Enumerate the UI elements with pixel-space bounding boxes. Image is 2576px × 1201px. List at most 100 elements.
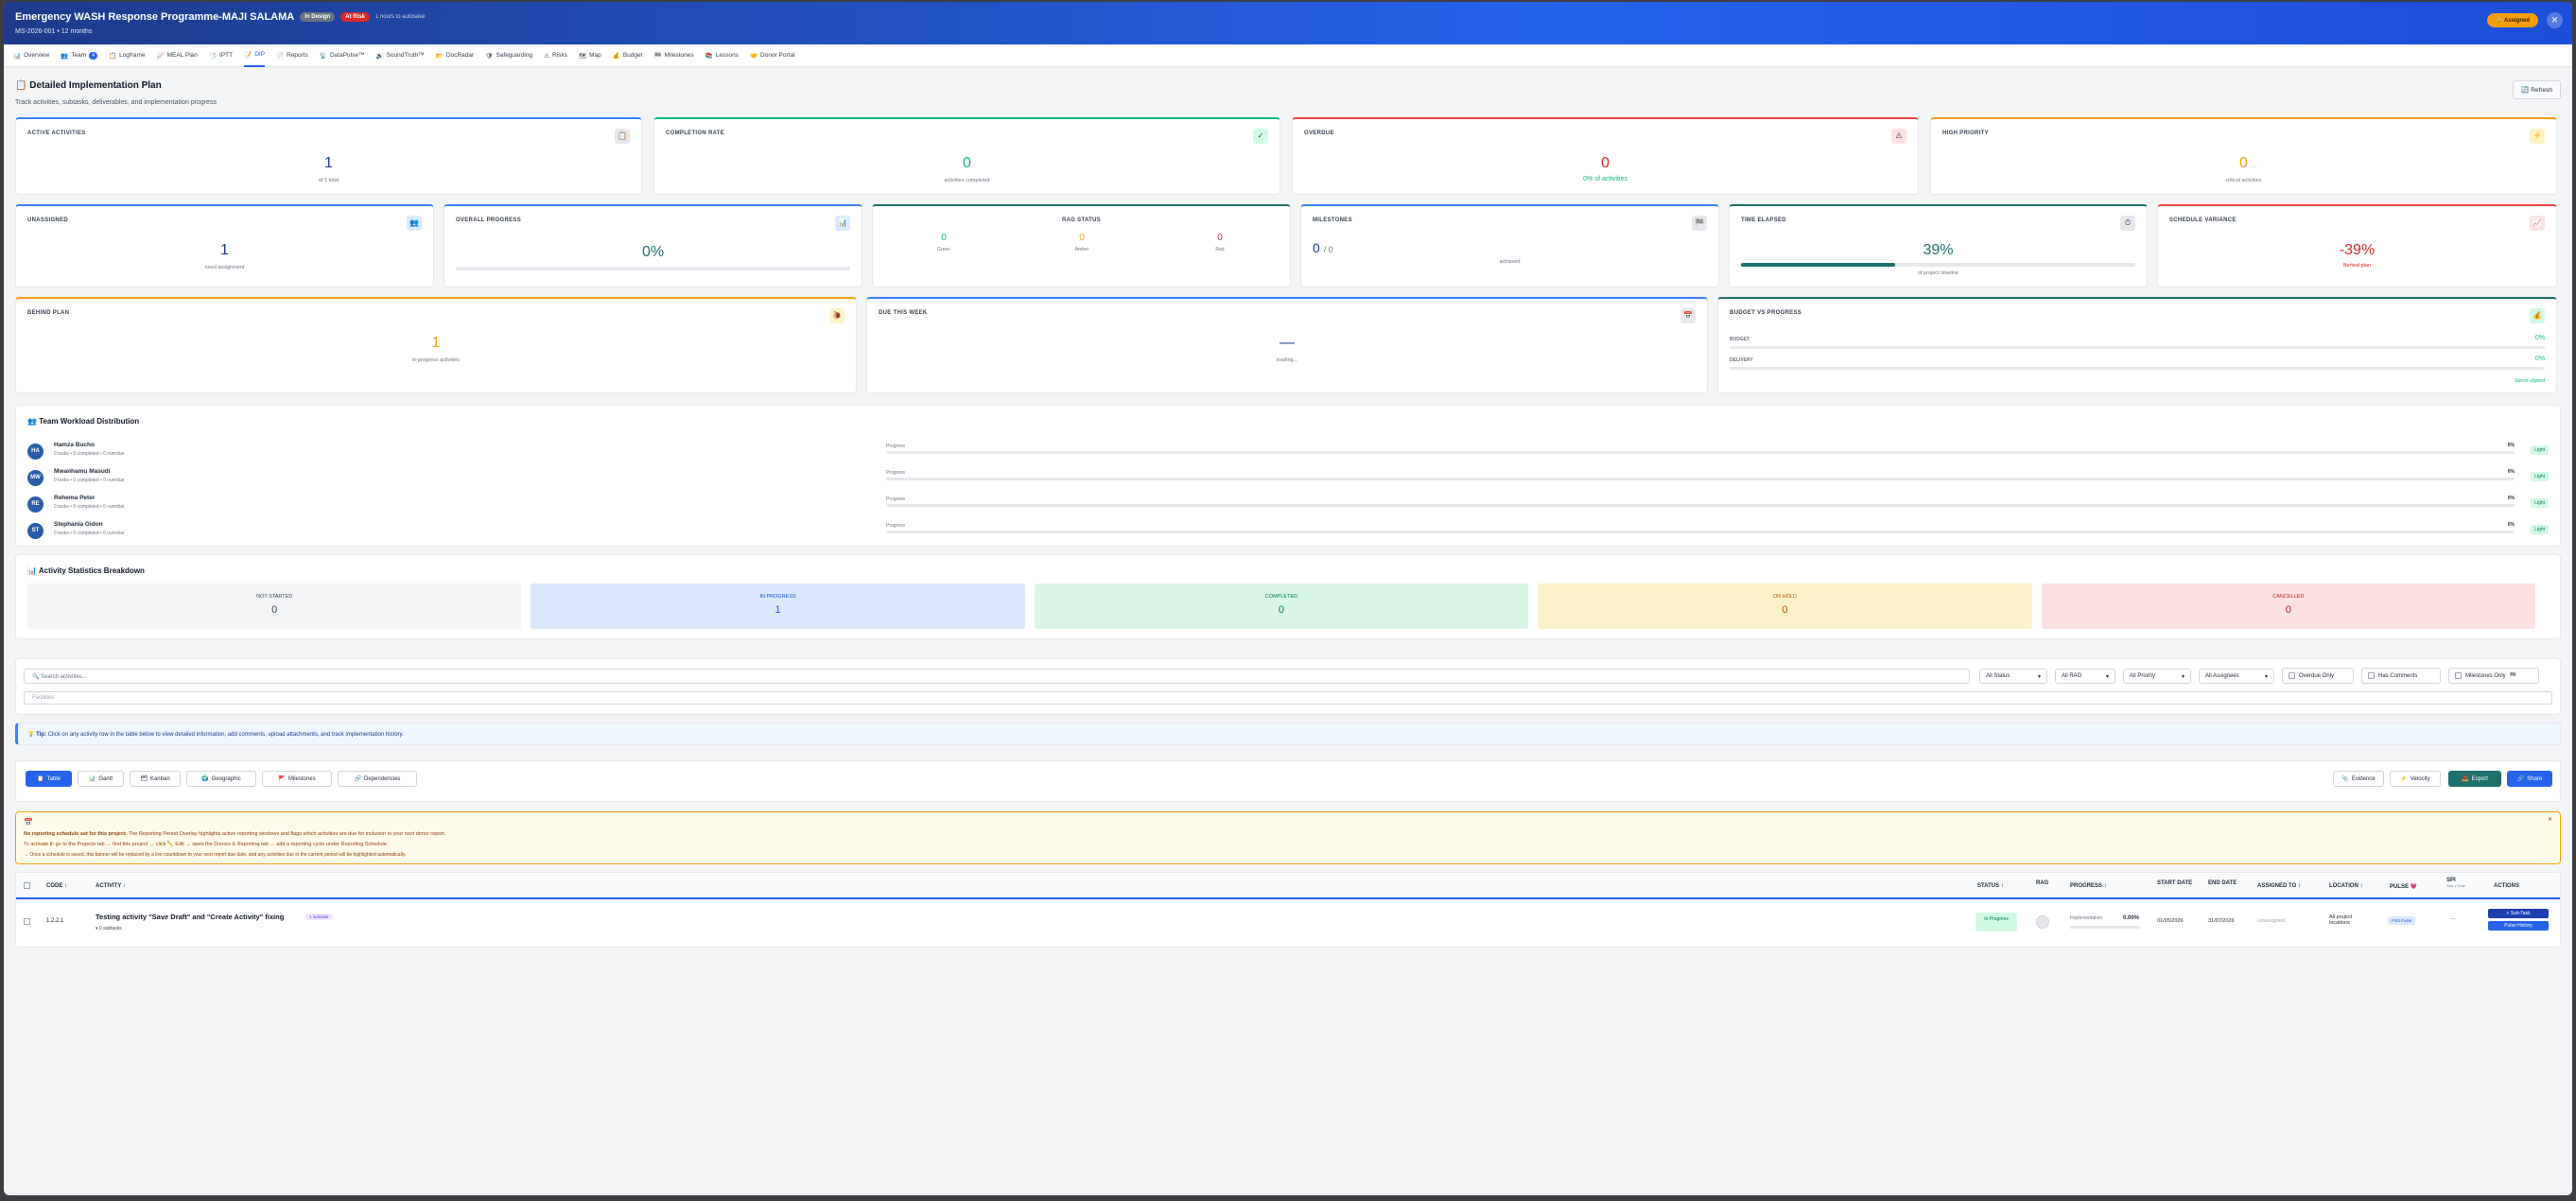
col-start-date[interactable]: START DATE	[2157, 880, 2192, 886]
tab-reports[interactable]: 📄 Reports	[276, 44, 308, 67]
col-location[interactable]: LOCATION ↕	[2329, 883, 2363, 889]
card-completion-rate: COMPLETION RATE ✓ 0 activities completed	[653, 117, 1280, 195]
add-sub-task-button[interactable]: + Sub-Task	[2488, 909, 2549, 918]
facilities-filter[interactable]: Facilities	[24, 691, 2552, 705]
col-pulse: PULSE 💗	[2390, 884, 2418, 890]
trend-icon: 📈	[2530, 216, 2545, 231]
tab-overview[interactable]: 📊 Overview	[13, 44, 49, 67]
stat-box-in-progress: IN PROGRESS 1	[531, 583, 1025, 629]
view-kanban-button[interactable]: 🗂 Kanban	[130, 771, 181, 787]
member-progress-label: Progress	[886, 523, 906, 529]
tab-soundtruth-[interactable]: 🔊 SoundTruth™	[375, 44, 424, 67]
refresh-button[interactable]: 🔄 Refresh	[2513, 80, 2561, 99]
tab-dip[interactable]: 📝 DIP	[244, 44, 266, 67]
col-progress[interactable]: PROGRESS ↕	[2070, 883, 2107, 889]
avatar: MW	[27, 470, 44, 486]
evidence-button[interactable]: 📎 Evidence	[2333, 771, 2384, 787]
rag-filter[interactable]: All RAG ▾	[2055, 669, 2115, 684]
col-rag[interactable]: RAG	[2036, 880, 2048, 886]
milestones-only-checkbox[interactable]: Milestones Only 🏁	[2448, 668, 2539, 684]
col-status[interactable]: STATUS ↕	[1977, 883, 2004, 889]
view-geographic-button[interactable]: 🌍 Geographic	[186, 771, 256, 787]
row-activity[interactable]: Testing activity "Save Draft" and "Creat…	[96, 913, 284, 921]
col-end-date[interactable]: END DATE	[2208, 880, 2237, 886]
team-member-row[interactable]: HA Hamza Bucho 0 tasks • 0 completed • 0…	[27, 442, 2549, 464]
close-icon[interactable]: ✕	[2548, 816, 2552, 823]
row-code: 1.2.2.1	[46, 918, 64, 924]
project-subtitle: MS-2026-001 • 12 months	[15, 28, 93, 35]
card-sub: loading...	[1276, 357, 1298, 363]
priority-filter[interactable]: All Priority ▾	[2123, 669, 2191, 684]
milestones-total: / 0	[1323, 245, 1333, 254]
tab-icon: 📋	[108, 52, 117, 60]
stat-box-on-hold: ON HOLD 0	[1538, 583, 2032, 629]
status-filter[interactable]: All Status ▾	[1979, 669, 2047, 684]
tab-docradar[interactable]: 📂 DocRadar	[436, 44, 474, 67]
tab-icon: 🏁	[653, 52, 662, 60]
tab-donor-portal[interactable]: 🤝 Donor Portal	[750, 44, 795, 67]
view-table-button[interactable]: 📋 Table	[26, 771, 72, 787]
team-member-row[interactable]: RE Rehema Peter 0 tasks • 0 completed • …	[27, 495, 2549, 517]
activity-stats-section: 📊 Activity Statistics Breakdown NOT STAR…	[15, 554, 2561, 639]
tab-lessons[interactable]: 📚 Lessons	[705, 44, 739, 67]
close-icon[interactable]: ✕	[2547, 12, 2563, 28]
select-all-checkbox[interactable]	[24, 882, 30, 889]
budget-label: BUDGET	[1730, 337, 1750, 342]
chevron-down-icon: ▾	[2037, 673, 2041, 680]
member-progress-bar	[886, 504, 2515, 507]
col-activity[interactable]: ACTIVITY ↕	[96, 883, 126, 889]
refresh-label: Refresh	[2531, 87, 2552, 94]
money-bag-icon: 💰	[2530, 308, 2545, 323]
view-milestones-button[interactable]: 🚩 Milestones	[262, 771, 332, 787]
card-sub: of 1 total	[318, 178, 339, 183]
card-label: ACTIVE ACTIVITIES	[27, 131, 86, 136]
has-comments-checkbox[interactable]: Has Comments	[2361, 668, 2441, 684]
assignee-filter[interactable]: All Assignees ▾	[2199, 669, 2274, 684]
export-button[interactable]: 📥 Export	[2448, 771, 2501, 787]
team-member-row[interactable]: MW Mwanhamu Masudi 0 tasks • 0 completed…	[27, 468, 2549, 491]
table-row[interactable]: 1.2.2.1 Testing activity "Save Draft" an…	[16, 901, 2560, 945]
tab-team[interactable]: 👥 Team 4	[61, 44, 97, 67]
subtasks-toggle[interactable]: ▾ 0 subtasks	[96, 926, 122, 931]
tab-datapulse-[interactable]: 📡 DataPulse™	[320, 44, 365, 67]
stat-box-cancelled: CANCELLED 0	[2041, 583, 2535, 629]
card-active-activities: ACTIVE ACTIVITIES 📋 1 of 1 total	[15, 117, 642, 195]
team-workload-title: 👥 Team Workload Distribution	[27, 417, 140, 426]
tab-milestones[interactable]: 🏁 Milestones	[653, 44, 693, 67]
card-rag-status: RAG STATUS 0 Green 0 Amber 0 Red	[872, 204, 1291, 287]
col-assigned-to[interactable]: ASSIGNED TO ↕	[2257, 883, 2301, 889]
tab-risks[interactable]: ⚠ Risks	[544, 44, 567, 67]
tab-map[interactable]: 🗺 Map	[579, 44, 601, 67]
tab-iptt[interactable]: 📑 IPTT	[209, 44, 233, 67]
overdue-only-label: Overdue Only	[2299, 672, 2335, 679]
share-button[interactable]: 🔗 Share	[2507, 771, 2552, 787]
tab-label: Team	[71, 52, 87, 59]
velocity-button[interactable]: ⚡ Velocity	[2390, 771, 2441, 787]
flag-icon: 🏁	[1692, 216, 1707, 231]
view-dependencies-button[interactable]: 🔗 Dependencies	[338, 771, 417, 787]
tab-logframe[interactable]: 📋 Logframe	[109, 44, 146, 67]
warning-icon: ⚠	[1891, 129, 1906, 144]
col-location-label: LOCATION	[2329, 883, 2358, 889]
spi-value: —	[2450, 916, 2456, 922]
team-member-row[interactable]: ST Stephania Gidon 0 tasks • 0 completed…	[27, 521, 2549, 544]
view-gantt-button[interactable]: 📊 Gantt	[78, 771, 124, 787]
tab-meal-plan[interactable]: 📈 MEAL Plan	[157, 44, 198, 67]
pulse-history-button[interactable]: Pulse History	[2488, 921, 2549, 931]
milestones-only-label: Milestones Only	[2465, 672, 2506, 679]
row-checkbox[interactable]	[24, 918, 30, 925]
first-pulse-button[interactable]: First Pulse	[2388, 916, 2416, 925]
autosave-text: 1 hours to autosave	[374, 14, 426, 20]
card-sub: of project timeline	[1917, 270, 1959, 276]
stat-title: COMPLETED	[1264, 594, 1298, 600]
tab-safeguarding[interactable]: 🛡 Safeguarding	[485, 44, 532, 67]
assigned-button[interactable]: 🔒 Assigned	[2487, 13, 2538, 27]
workload-badge: Light	[2531, 472, 2549, 481]
tab-budget[interactable]: 💰 Budget	[613, 44, 643, 67]
card-value: -39%	[2339, 242, 2376, 258]
tab-icon: 🤝	[749, 52, 758, 60]
start-date: 01/05/2026	[2157, 918, 2184, 924]
col-code[interactable]: CODE ↕	[46, 883, 67, 889]
search-input[interactable]: 🔍 Search activities...	[24, 669, 1970, 684]
overdue-only-checkbox[interactable]: Overdue Only	[2282, 668, 2354, 684]
